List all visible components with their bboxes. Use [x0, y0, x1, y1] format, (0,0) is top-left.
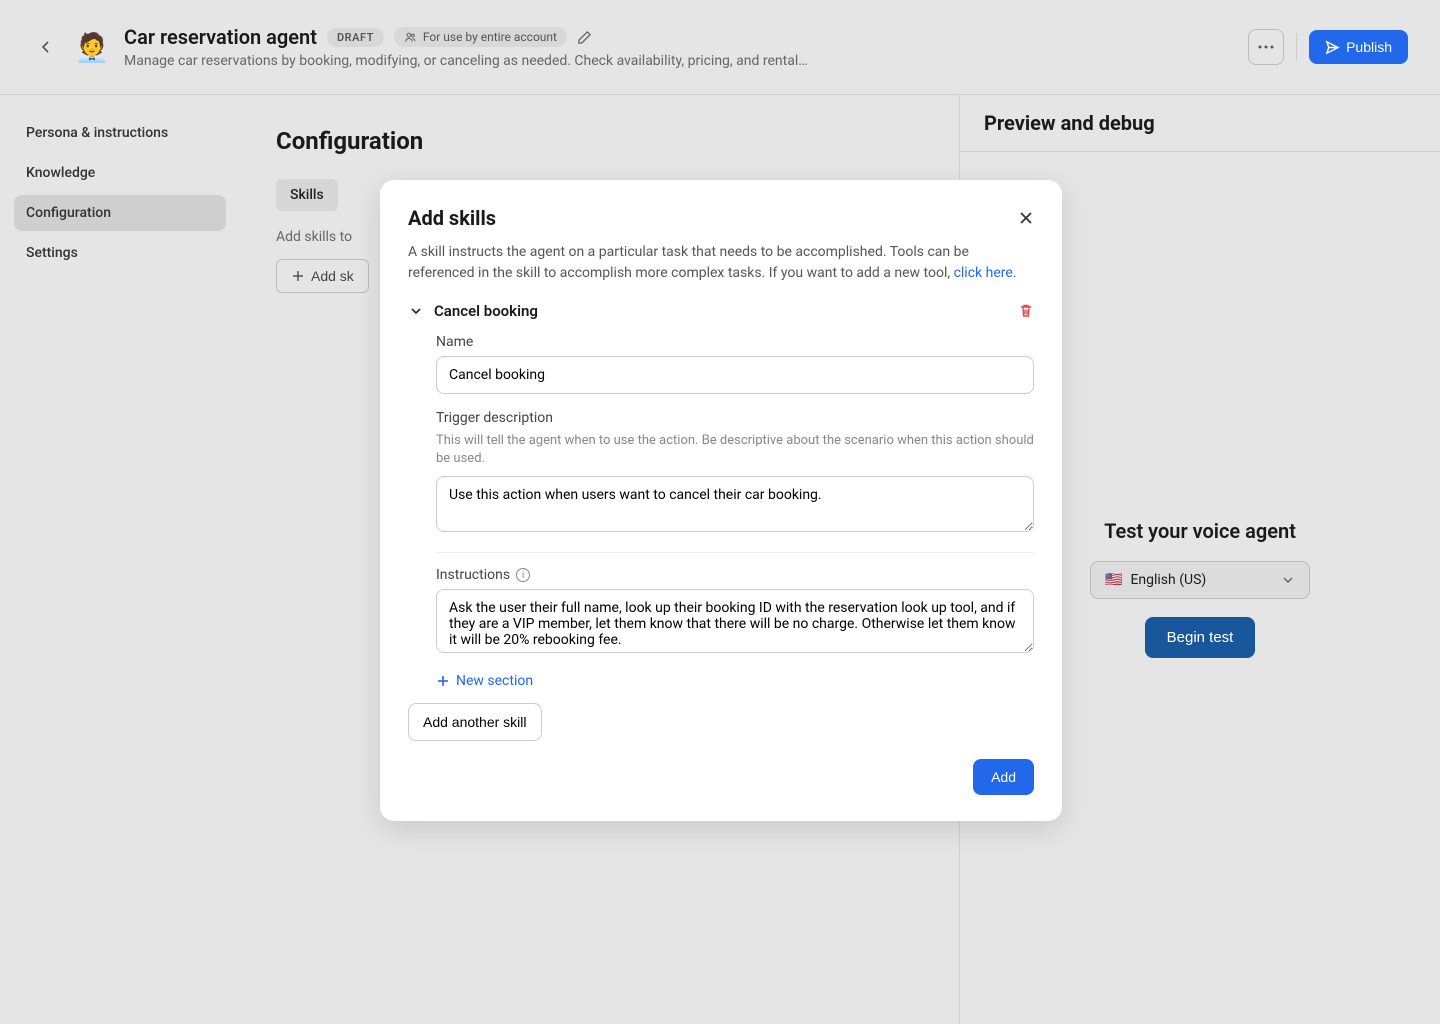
name-group: Name: [436, 334, 1034, 394]
preview-title: Test your voice agent: [1104, 519, 1296, 543]
preview-header: Preview and debug: [960, 95, 1440, 152]
divider: [1296, 33, 1297, 61]
trigger-label: Trigger description: [436, 410, 1034, 426]
close-button[interactable]: [1018, 210, 1034, 226]
dots-icon: [1258, 45, 1274, 49]
skill-name-header: Cancel booking: [434, 302, 538, 320]
back-button[interactable]: [32, 33, 60, 61]
trash-icon: [1018, 303, 1034, 319]
divider: [436, 552, 1034, 553]
draft-badge: DRAFT: [327, 28, 384, 47]
begin-test-button[interactable]: Begin test: [1145, 617, 1256, 658]
config-title: Configuration: [276, 127, 923, 155]
name-label: Name: [436, 334, 1034, 350]
chevron-left-icon: [38, 39, 54, 55]
skill-header: Cancel booking: [408, 302, 1034, 320]
instructions-textarea[interactable]: [436, 589, 1034, 653]
click-here-link[interactable]: click here.: [954, 265, 1017, 281]
new-section-label: New section: [456, 673, 533, 689]
publish-label: Publish: [1346, 39, 1392, 55]
language-select[interactable]: 🇺🇸 English (US): [1090, 561, 1310, 599]
pencil-icon: [577, 30, 592, 45]
trigger-group: Trigger description This will tell the a…: [436, 410, 1034, 536]
sidebar-item-settings[interactable]: Settings: [14, 235, 226, 271]
header: 🧑‍💼 Car reservation agent DRAFT For use …: [0, 0, 1440, 94]
modal-footer: Add: [408, 759, 1034, 795]
sidebar-item-configuration[interactable]: Configuration: [14, 195, 226, 231]
add-another-skill-button[interactable]: Add another skill: [408, 703, 542, 741]
more-button[interactable]: [1248, 29, 1284, 65]
agent-avatar: 🧑‍💼: [72, 27, 112, 67]
tab-skills[interactable]: Skills: [276, 179, 338, 211]
instructions-label: Instructions i: [436, 567, 1034, 583]
visibility-badge[interactable]: For use by entire account: [394, 27, 567, 47]
send-icon: [1325, 40, 1340, 55]
add-skills-modal: Add skills A skill instructs the agent o…: [380, 180, 1062, 821]
page-title: Car reservation agent: [124, 25, 317, 49]
sidebar: Persona & instructions Knowledge Configu…: [0, 95, 240, 1024]
modal-title: Add skills: [408, 206, 496, 230]
header-subtitle: Manage car reservations by booking, modi…: [124, 53, 1236, 69]
skill-collapse-toggle[interactable]: Cancel booking: [408, 302, 538, 320]
name-input[interactable]: [436, 356, 1034, 394]
info-icon[interactable]: i: [516, 568, 530, 582]
add-skills-label: Add sk: [311, 268, 354, 284]
header-top-row: Car reservation agent DRAFT For use by e…: [124, 25, 1236, 49]
add-button[interactable]: Add: [973, 759, 1034, 795]
publish-button[interactable]: Publish: [1309, 30, 1408, 64]
close-icon: [1018, 210, 1034, 226]
plus-icon: [291, 269, 305, 283]
modal-description: A skill instructs the agent on a particu…: [408, 242, 1034, 284]
header-main: Car reservation agent DRAFT For use by e…: [124, 25, 1236, 69]
trigger-sublabel: This will tell the agent when to use the…: [436, 432, 1034, 468]
trigger-textarea[interactable]: [436, 476, 1034, 532]
instructions-label-text: Instructions: [436, 567, 510, 583]
delete-skill-button[interactable]: [1018, 303, 1034, 319]
instructions-group: Instructions i: [436, 567, 1034, 657]
header-actions: Publish: [1248, 29, 1408, 65]
users-icon: [404, 31, 417, 44]
plus-icon: [436, 674, 450, 688]
modal-header: Add skills: [408, 206, 1034, 230]
language-label: English (US): [1130, 572, 1206, 588]
sidebar-item-knowledge[interactable]: Knowledge: [14, 155, 226, 191]
flag-icon: 🇺🇸: [1105, 572, 1122, 588]
sidebar-item-persona[interactable]: Persona & instructions: [14, 115, 226, 151]
add-skills-button[interactable]: Add sk: [276, 259, 369, 293]
edit-button[interactable]: [577, 30, 592, 45]
chevron-down-icon: [408, 303, 424, 319]
chevron-down-icon: [1281, 573, 1295, 587]
visibility-label: For use by entire account: [423, 30, 557, 44]
modal-desc-text: A skill instructs the agent on a particu…: [408, 244, 969, 281]
new-section-button[interactable]: New section: [436, 673, 1034, 689]
